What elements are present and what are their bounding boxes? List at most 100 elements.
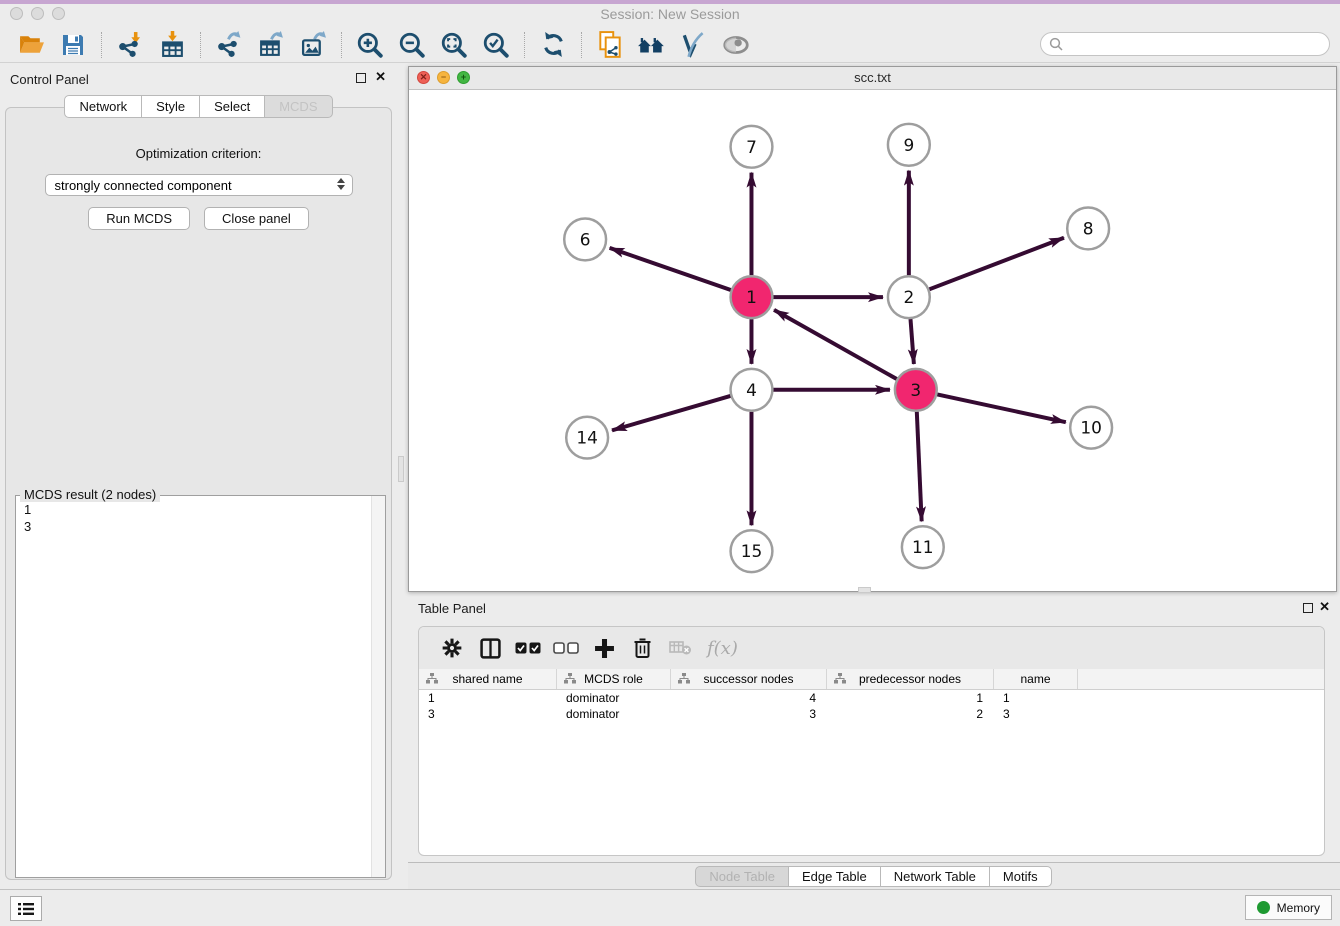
cell-name[interactable]: 3 <box>994 707 1078 721</box>
node-14[interactable]: 14 <box>566 417 608 459</box>
column-header-successor-nodes[interactable]: successor nodes <box>671 669 827 689</box>
table-tabs: Node TableEdge TableNetwork TableMotifs <box>696 866 1051 887</box>
function-builder-icon: f(x) <box>707 638 738 659</box>
memory-button[interactable]: Memory <box>1245 895 1332 920</box>
close-panel-button[interactable]: Close panel <box>204 207 309 230</box>
close-panel-icon[interactable]: ✕ <box>375 70 386 84</box>
column-header-label: predecessor nodes <box>859 672 961 686</box>
column-header-mcds-role[interactable]: MCDS role <box>557 669 671 689</box>
select-all-icon[interactable] <box>515 635 541 661</box>
mcds-result-scrollbar[interactable] <box>371 496 385 877</box>
column-header-label: MCDS role <box>584 672 643 686</box>
run-mcds-button[interactable]: Run MCDS <box>88 207 190 230</box>
node-10[interactable]: 10 <box>1070 407 1112 449</box>
node-8[interactable]: 8 <box>1067 208 1109 250</box>
svg-text:4: 4 <box>746 380 757 400</box>
edge-3-1[interactable] <box>774 310 897 379</box>
panel-divider-grip[interactable] <box>398 456 404 482</box>
mcds-result-title: MCDS result (2 nodes) <box>20 487 160 502</box>
search-box[interactable] <box>1040 32 1330 56</box>
cell-successor-nodes[interactable]: 3 <box>671 707 827 721</box>
apply-layout-icon[interactable] <box>538 30 568 60</box>
toolbar-separator <box>200 32 201 58</box>
attribute-type-icon <box>678 673 690 684</box>
column-layout-icon[interactable] <box>477 635 503 661</box>
edge-3-10[interactable] <box>937 394 1066 422</box>
deselect-all-icon[interactable] <box>553 635 579 661</box>
table-tab-edge-table[interactable]: Edge Table <box>788 866 881 887</box>
status-bar: Memory <box>0 889 1340 926</box>
node-3[interactable]: 3 <box>895 369 937 411</box>
memory-status-icon <box>1257 901 1270 914</box>
node-11[interactable]: 11 <box>902 526 944 568</box>
cell-shared-name[interactable]: 3 <box>419 707 557 721</box>
node-1[interactable]: 1 <box>731 276 773 318</box>
titlebar: Session: New Session <box>0 4 1340 27</box>
import-table-icon[interactable] <box>157 30 187 60</box>
application-window: Session: New Session <box>0 0 1340 926</box>
cell-predecessor-nodes[interactable]: 1 <box>827 691 994 705</box>
cell-shared-name[interactable]: 1 <box>419 691 557 705</box>
edge-2-3[interactable] <box>910 319 913 364</box>
task-history-button[interactable] <box>10 896 42 921</box>
search-input[interactable] <box>1069 36 1321 52</box>
node-9[interactable]: 9 <box>888 124 930 166</box>
table-float-panel-icon[interactable] <box>1303 603 1313 613</box>
table-options-icon[interactable] <box>439 635 465 661</box>
tab-select[interactable]: Select <box>199 95 265 118</box>
edge-4-14[interactable] <box>612 396 730 430</box>
zoom-selected-icon[interactable] <box>481 30 511 60</box>
table-tab-motifs[interactable]: Motifs <box>989 866 1052 887</box>
cell-mcds-role[interactable]: dominator <box>557 691 671 705</box>
export-image-icon[interactable] <box>298 30 328 60</box>
network-view-window: ✕ − + scc.txt 7 9 6 8 1 2 4 3 14 10 15 11 <box>408 66 1337 592</box>
cell-predecessor-nodes[interactable]: 2 <box>827 707 994 721</box>
column-header-shared-name[interactable]: shared name <box>419 669 557 689</box>
mcds-result-line: 3 <box>24 518 377 535</box>
table-row[interactable]: 3dominator323 <box>419 706 1324 722</box>
horizontal-divider-grip[interactable] <box>858 587 871 593</box>
cell-name[interactable]: 1 <box>994 691 1078 705</box>
column-header-predecessor-nodes[interactable]: predecessor nodes <box>827 669 994 689</box>
zoom-out-icon[interactable] <box>397 30 427 60</box>
export-table-icon[interactable] <box>256 30 286 60</box>
tab-network[interactable]: Network <box>64 95 142 118</box>
show-all-icon[interactable] <box>637 30 667 60</box>
table-tab-node-table[interactable]: Node Table <box>695 866 789 887</box>
tab-style[interactable]: Style <box>141 95 200 118</box>
node-6[interactable]: 6 <box>564 218 606 260</box>
import-network-icon[interactable] <box>115 30 145 60</box>
zoom-in-icon[interactable] <box>355 30 385 60</box>
cell-successor-nodes[interactable]: 4 <box>671 691 827 705</box>
show-hide-panel-icon[interactable] <box>721 30 751 60</box>
column-header-name[interactable]: name <box>994 669 1078 689</box>
float-panel-icon[interactable] <box>356 73 366 83</box>
table-tab-network-table[interactable]: Network Table <box>880 866 990 887</box>
edge-3-11[interactable] <box>917 412 922 522</box>
network-graph: 7 9 6 8 1 2 4 3 14 10 15 11 <box>409 89 1336 591</box>
tab-mcds[interactable]: MCDS <box>264 95 332 118</box>
delete-column-icon[interactable] <box>629 635 655 661</box>
node-4[interactable]: 4 <box>731 369 773 411</box>
network-canvas[interactable]: 7 9 6 8 1 2 4 3 14 10 15 11 <box>409 89 1336 591</box>
save-session-icon[interactable] <box>58 30 88 60</box>
node-2[interactable]: 2 <box>888 276 930 318</box>
open-session-icon[interactable] <box>16 30 46 60</box>
node-15[interactable]: 15 <box>731 530 773 572</box>
table-header-row: shared name MCDS role successor nodes prede… <box>419 669 1324 690</box>
edge-1-6[interactable] <box>610 248 731 290</box>
optimization-select[interactable]: strongly connected component <box>45 174 353 196</box>
hide-selected-icon[interactable] <box>679 30 709 60</box>
network-window-titlebar[interactable]: ✕ − + scc.txt <box>409 67 1336 90</box>
zoom-fit-icon[interactable] <box>439 30 469 60</box>
edge-2-8[interactable] <box>929 238 1064 290</box>
add-column-icon[interactable] <box>591 635 617 661</box>
new-network-icon[interactable] <box>595 30 625 60</box>
node-table-area: f(x) shared name MCDS role successor nodes… <box>418 626 1325 856</box>
table-close-panel-icon[interactable]: ✕ <box>1319 600 1330 614</box>
table-row[interactable]: 1dominator411 <box>419 690 1324 706</box>
cell-mcds-role[interactable]: dominator <box>557 707 671 721</box>
toolbar-separator <box>341 32 342 58</box>
node-7[interactable]: 7 <box>731 126 773 168</box>
export-network-icon[interactable] <box>214 30 244 60</box>
